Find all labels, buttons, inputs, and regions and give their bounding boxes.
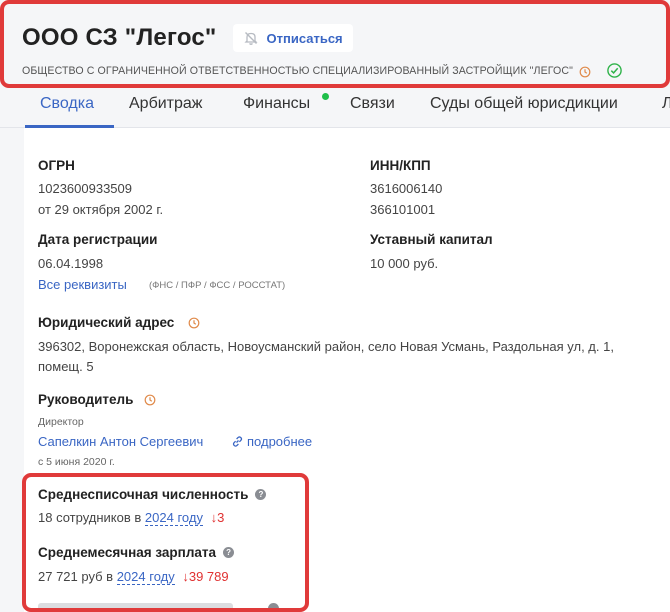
- director-name-link[interactable]: Сапелкин Антон Сергеевич: [38, 434, 203, 449]
- director-history-icon[interactable]: [144, 393, 156, 406]
- active-tab-underline: [25, 125, 114, 128]
- registration-label: Дата регистрации: [38, 232, 158, 247]
- ogrn-date: от 29 октября 2002 г.: [38, 202, 164, 217]
- address-label: Юридический адрес: [38, 315, 175, 330]
- address-line-2: помещ. 5: [38, 359, 94, 374]
- tab-connections[interactable]: Связи: [350, 95, 395, 113]
- capital-label: Уставный капитал: [370, 232, 493, 247]
- registration-value: 06.04.1998: [38, 256, 104, 271]
- tab-finance[interactable]: Финансы: [243, 95, 310, 113]
- link-icon: [231, 435, 244, 448]
- tab-arbitration[interactable]: Арбитраж: [129, 95, 203, 113]
- ogrn-value: 1023600933509: [38, 181, 132, 196]
- kpp-value: 366101001: [370, 202, 436, 217]
- tab-general-courts[interactable]: Суды общей юрисдикции: [430, 95, 618, 113]
- address-history-icon[interactable]: [188, 316, 200, 329]
- finance-new-indicator: [322, 93, 329, 100]
- highlight-box-header: [0, 0, 670, 88]
- ogrn-label: ОГРН: [38, 158, 75, 173]
- tab-bar: Сводка Арбитраж Финансы Связи Суды общей…: [0, 88, 670, 128]
- director-label: Руководитель: [38, 392, 134, 407]
- inn-kpp-label: ИНН/КПП: [370, 158, 431, 173]
- page-side-background: [0, 128, 24, 612]
- director-more-link[interactable]: подробнее: [247, 434, 312, 449]
- director-role: Директор: [38, 416, 84, 428]
- tab-next-clipped[interactable]: Л: [662, 95, 670, 113]
- requisites-note: (ФНС / ПФР / ФСС / РОССТАТ): [149, 280, 286, 291]
- director-since: с 5 июня 2020 г.: [38, 456, 115, 468]
- all-requisites-link[interactable]: Все реквизиты: [38, 277, 127, 292]
- tab-summary[interactable]: Сводка: [40, 95, 94, 113]
- capital-value: 10 000 руб.: [370, 256, 439, 271]
- highlight-box-stats: [22, 473, 309, 612]
- address-line-1: 396302, Воронежская область, Новоусманск…: [38, 339, 614, 354]
- inn-value: 3616006140: [370, 181, 443, 196]
